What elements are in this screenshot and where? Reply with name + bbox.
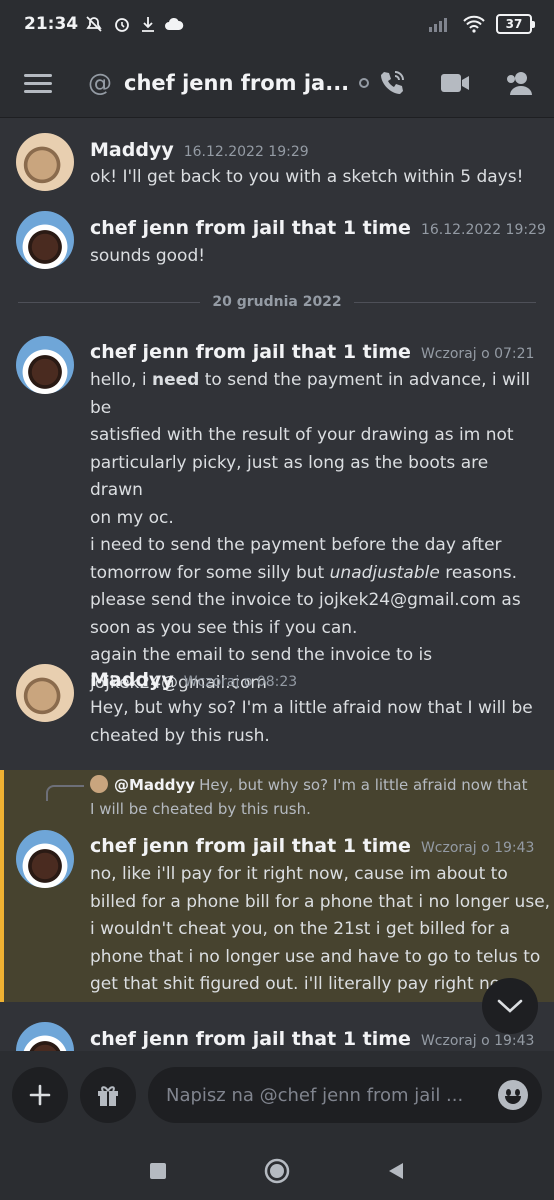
message-line: no, like i'll pay for it right now, caus… — [90, 864, 508, 884]
reply-spine — [46, 785, 84, 801]
message-body: ok! I'll get back to you with a sketch w… — [90, 164, 540, 192]
author-name[interactable]: Maddyy — [90, 139, 174, 161]
author-name[interactable]: chef jenn from jail that 1 time — [90, 835, 411, 857]
message-body: Hey, but why so? I'm a little afraid now… — [90, 695, 540, 750]
reply-mention[interactable]: @Maddyy — [114, 776, 195, 794]
home-circle-icon[interactable] — [263, 1157, 291, 1185]
message-line: get that shit figured out. i'll literall… — [90, 974, 501, 994]
message-body: hello, i need to send the payment in adv… — [90, 367, 540, 697]
alarm-off-icon — [86, 16, 102, 32]
jump-to-latest-button[interactable] — [482, 978, 538, 1034]
emoji-icon[interactable] — [498, 1080, 528, 1110]
timestamp: 16.12.2022 19:29 — [183, 144, 309, 160]
divider-line — [18, 301, 201, 303]
message-line: please send the invoice to jojkek24@gmai… — [90, 590, 521, 610]
at-icon: @ — [88, 68, 112, 97]
message-line: billed for a phone bill for a phone that… — [90, 891, 551, 912]
reply-avatar — [90, 775, 108, 793]
back-triangle-icon[interactable] — [387, 1161, 405, 1181]
timestamp: Wczoraj o 19:43 — [420, 840, 535, 856]
timestamp: 16.12.2022 19:29 — [420, 222, 546, 238]
plus-icon — [29, 1084, 51, 1106]
message-input[interactable] — [166, 1084, 486, 1106]
message-line: i wouldn't cheat you, on the 21st i get … — [90, 919, 511, 939]
message-line: phone that i no longer use and have to g… — [90, 946, 541, 967]
author-name[interactable]: Maddyy — [90, 669, 174, 691]
timestamp: Wczoraj o 07:21 — [420, 346, 535, 362]
message-line: i need to send the payment before the da… — [90, 535, 502, 555]
avatar[interactable] — [16, 830, 74, 888]
clock: 21:34 — [24, 14, 79, 34]
chevron-down-icon — [497, 999, 523, 1013]
message-line: tomorrow for some silly but unadjustable… — [90, 562, 518, 583]
date-divider-label: 20 grudnia 2022 — [212, 294, 342, 310]
message-composer — [0, 1051, 554, 1141]
timestamp: Wczoraj o 19:43 — [420, 1033, 535, 1049]
gift-icon — [98, 1086, 118, 1106]
channel-title[interactable]: chef jenn from ja... — [124, 71, 349, 95]
hamburger-menu-icon[interactable] — [24, 72, 52, 94]
author-name[interactable]: chef jenn from jail that 1 time — [90, 217, 411, 239]
avatar[interactable] — [16, 664, 74, 722]
avatar[interactable] — [16, 1022, 74, 1051]
emoji-mouth — [505, 1096, 521, 1104]
message-body: no, like i'll pay for it right now, caus… — [90, 861, 551, 999]
video-call-icon[interactable] — [440, 72, 470, 94]
message-body: sounds good! — [90, 243, 540, 271]
offline-status-icon — [359, 77, 370, 88]
message-line: soon as you see this if you can. — [90, 617, 358, 638]
alarm-icon — [115, 18, 130, 32]
emphasis-bold: need — [152, 370, 200, 390]
author-name[interactable]: chef jenn from jail that 1 time — [90, 341, 411, 363]
message-line: sounds good! — [90, 246, 206, 266]
avatar[interactable] — [16, 336, 74, 394]
author-name[interactable]: chef jenn from jail that 1 time — [90, 1028, 411, 1050]
message-line: particularly picky, just as long as the … — [90, 452, 489, 501]
gift-button[interactable] — [80, 1067, 136, 1123]
message-line: Hey, but why so? I'm a little afraid now… — [90, 698, 533, 718]
message-line: hello, i need to send the payment in adv… — [90, 370, 531, 418]
status-bar: 21:34 37 — [0, 0, 554, 48]
recents-square-icon[interactable] — [149, 1162, 167, 1180]
message-line: satisfied with the result of your drawin… — [90, 425, 514, 445]
message-line: on my oc. — [90, 507, 174, 528]
dm-header: @ chef jenn from ja... — [0, 48, 554, 118]
emphasis-italic: unadjustable — [329, 562, 440, 583]
date-divider: 20 grudnia 2022 — [18, 292, 537, 312]
reply-preview[interactable]: @Maddyy Hey, but why so? I'm a little afr… — [90, 773, 530, 821]
message-line: ok! I'll get back to you with a sketch w… — [90, 167, 524, 187]
message-list[interactable]: Maddyy 16.12.2022 19:29 ok! I'll get back… — [0, 119, 554, 1051]
avatar[interactable] — [16, 133, 74, 191]
avatar[interactable] — [16, 211, 74, 269]
add-attachment-button[interactable] — [12, 1067, 68, 1123]
signal-icon — [429, 18, 447, 32]
divider-line — [353, 301, 537, 303]
wifi-icon — [463, 15, 485, 33]
battery-indicator: 37 — [496, 14, 535, 34]
download-icon — [142, 17, 155, 32]
timestamp: Wczoraj o 08:23 — [183, 674, 298, 690]
cloud-icon — [165, 17, 184, 30]
voice-call-icon[interactable] — [378, 69, 406, 97]
members-icon[interactable] — [504, 70, 534, 96]
system-nav-bar — [0, 1141, 554, 1200]
message-line: again the email to send the invoice to i… — [90, 645, 433, 665]
message-line: cheated by this rush. — [90, 725, 270, 746]
message-input-box[interactable] — [148, 1067, 542, 1123]
